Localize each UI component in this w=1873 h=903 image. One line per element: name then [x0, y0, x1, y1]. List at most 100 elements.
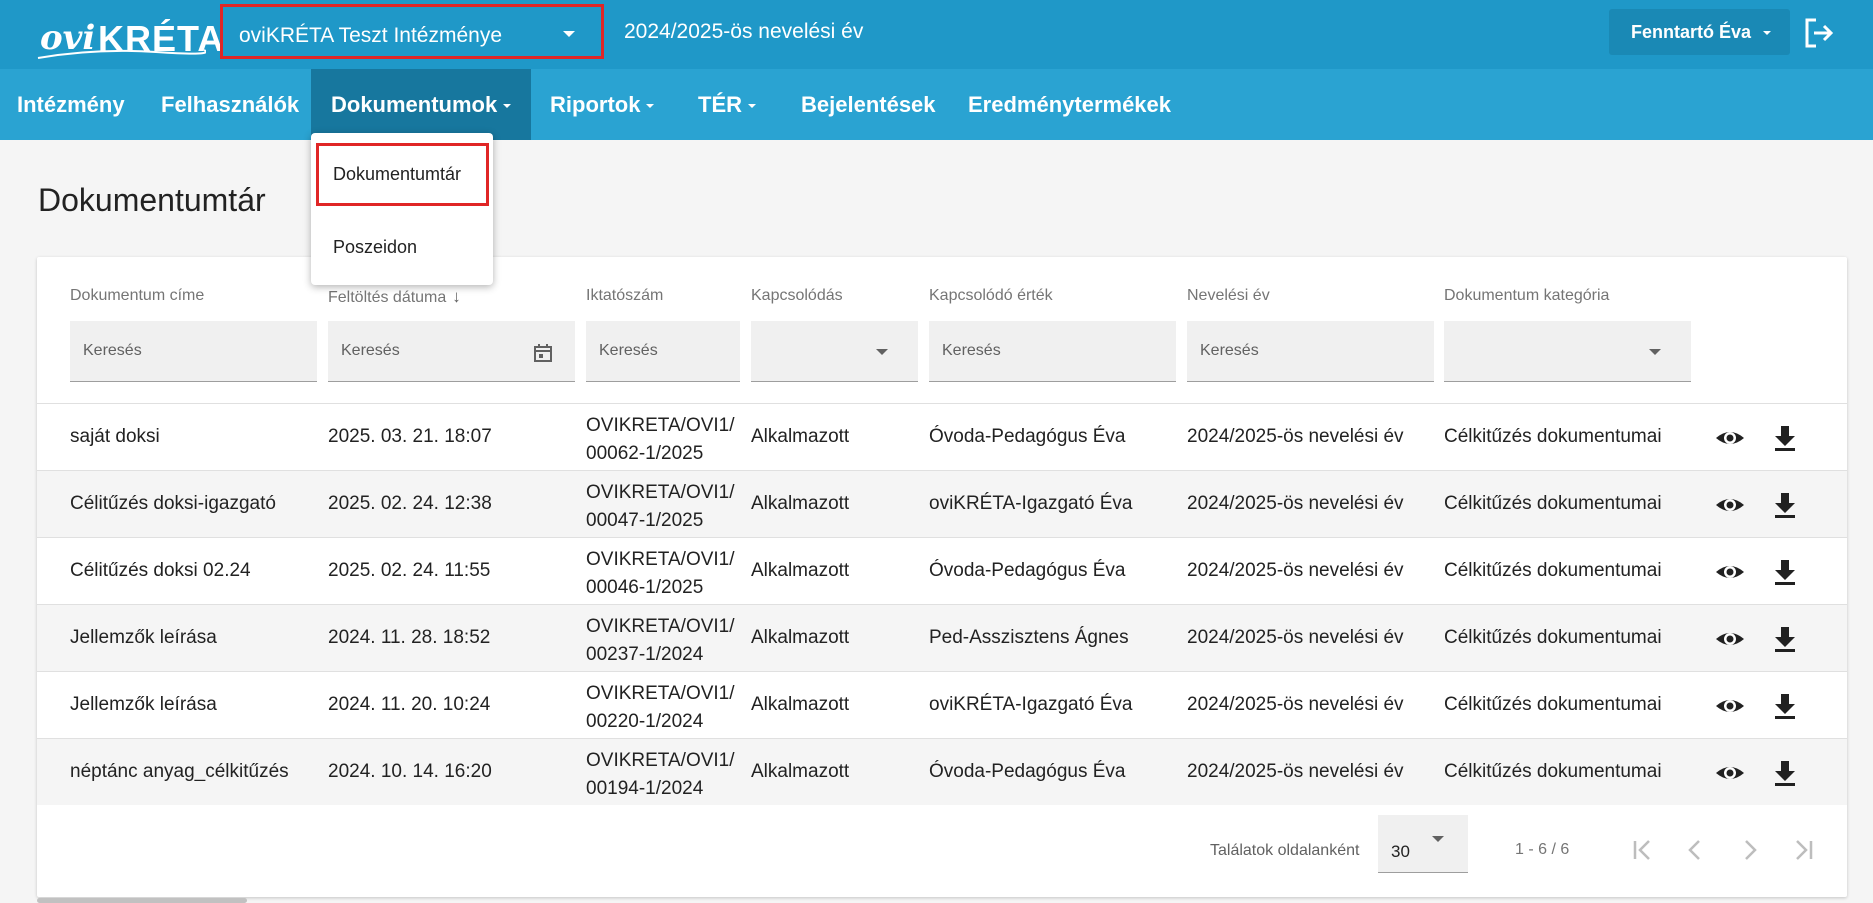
search-placeholder: Keresés	[942, 342, 1001, 359]
chevron-down-icon	[1763, 31, 1771, 35]
cell-linked-value: Óvoda-Pedagógus Éva	[929, 761, 1126, 782]
linked-value-search-input[interactable]: Keresés	[929, 321, 1176, 382]
school-year-search-input[interactable]: Keresés	[1187, 321, 1434, 382]
column-header-linked-value[interactable]: Kapcsolódó érték	[929, 287, 1053, 305]
download-icon[interactable]	[1769, 489, 1801, 521]
download-icon[interactable]	[1769, 556, 1801, 588]
header-label: Kapcsolódás	[751, 287, 843, 304]
cell-category: Célkitűzés dokumentumai	[1444, 426, 1662, 447]
school-year-label: 2024/2025-ös nevelési év	[624, 20, 864, 43]
link-type-select[interactable]	[751, 321, 918, 382]
next-page-icon[interactable]	[1735, 835, 1765, 865]
download-icon[interactable]	[1769, 757, 1801, 789]
cell-link: Alkalmazott	[751, 426, 850, 447]
eye-icon[interactable]	[1714, 422, 1746, 454]
registration-number-line: OVIKRETA/OVI1/	[586, 683, 735, 704]
column-header-upload-date[interactable]: Feltöltés dátuma ↓	[328, 287, 461, 307]
registration-number-line: 00194-1/2024	[586, 778, 704, 799]
nav-item-bejelentesek[interactable]: Bejelentések	[781, 69, 956, 140]
search-placeholder: Keresés	[341, 342, 400, 359]
nav-item-eredmenytermekek[interactable]: Eredménytermékek	[948, 69, 1191, 140]
nav-item-ter[interactable]: TÉR	[678, 69, 776, 140]
registration-number-line: OVIKRETA/OVI1/	[586, 616, 735, 637]
chevron-down-icon	[748, 104, 756, 109]
eye-icon[interactable]	[1714, 690, 1746, 722]
download-icon[interactable]	[1769, 623, 1801, 655]
sort-desc-icon[interactable]: ↓	[452, 287, 461, 307]
nav-item-riportok[interactable]: Riportok	[530, 69, 674, 140]
upload-date-search-input[interactable]: Keresés	[328, 321, 575, 382]
last-page-icon[interactable]	[1789, 835, 1819, 865]
nav-label: Intézmény	[17, 92, 125, 117]
registration-number-search-input[interactable]: Keresés	[586, 321, 740, 382]
search-placeholder: Keresés	[599, 342, 658, 359]
eye-icon[interactable]	[1714, 757, 1746, 789]
download-icon[interactable]	[1769, 422, 1801, 454]
logout-icon[interactable]	[1802, 16, 1836, 50]
column-header-category[interactable]: Dokumentum kategória	[1444, 287, 1609, 305]
cell-link: Alkalmazott	[751, 627, 850, 648]
category-select[interactable]	[1444, 321, 1691, 382]
eye-icon[interactable]	[1714, 489, 1746, 521]
prev-page-icon[interactable]	[1680, 835, 1710, 865]
cell-school-year: 2024/2025-ös nevelési év	[1187, 560, 1404, 581]
cell-title: Jellemzők leírása	[70, 627, 217, 648]
eye-icon[interactable]	[1714, 623, 1746, 655]
cell-upload-date: 2025. 02. 24. 12:38	[328, 493, 492, 514]
search-placeholder: Keresés	[83, 342, 142, 359]
cell-link: Alkalmazott	[751, 560, 850, 581]
menu-item-poszeidon[interactable]: Poszeidon	[311, 216, 493, 278]
cell-link: Alkalmazott	[751, 694, 850, 715]
menu-item-dokumentumtar[interactable]: Dokumentumtár	[316, 143, 489, 206]
horizontal-scrollbar[interactable]	[37, 898, 247, 903]
chevron-down-icon	[503, 104, 512, 109]
cell-registration-number: OVIKRETA/OVI1/00062-1/2025	[586, 412, 735, 468]
cell-category: Célkitűzés dokumentumai	[1444, 761, 1662, 782]
chevron-down-icon	[563, 31, 575, 37]
nav-item-felhasznalok[interactable]: Felhasználók	[141, 69, 319, 140]
cell-registration-number: OVIKRETA/OVI1/00237-1/2024	[586, 613, 735, 669]
column-header-school-year[interactable]: Nevelési év	[1187, 287, 1270, 305]
logo-swoosh-icon	[37, 49, 206, 59]
first-page-icon[interactable]	[1627, 835, 1657, 865]
download-icon[interactable]	[1769, 690, 1801, 722]
cell-category: Célkitűzés dokumentumai	[1444, 694, 1662, 715]
registration-number-line: OVIKRETA/OVI1/	[586, 549, 735, 570]
cell-school-year: 2024/2025-ös nevelési év	[1187, 761, 1404, 782]
page-title: Dokumentumtár	[38, 182, 266, 218]
registration-number-line: 00046-1/2025	[586, 577, 704, 598]
nav-label: Dokumentumok	[331, 92, 498, 117]
user-menu-button[interactable]: Fenntartó Éva	[1609, 9, 1790, 55]
page-size-select[interactable]: 30	[1378, 815, 1468, 873]
registration-number-line: 00237-1/2024	[586, 644, 704, 665]
title-search-input[interactable]: Keresés	[70, 321, 317, 382]
documents-table-card: Dokumentum címe Feltöltés dátuma ↓ Iktató…	[37, 257, 1847, 897]
chevron-down-icon	[1649, 349, 1661, 355]
cell-linked-value: Óvoda-Pedagógus Éva	[929, 560, 1126, 581]
okreta-logo[interactable]: ovi KRÉTA	[36, 12, 223, 62]
column-header-link[interactable]: Kapcsolódás	[751, 287, 843, 305]
table-row: Célitűzés doksi-igazgató 2025. 02. 24. 12…	[37, 470, 1847, 537]
table-row: saját doksi 2025. 03. 21. 18:07 OVIKRETA/O…	[37, 403, 1847, 470]
nav-item-dokumentumok[interactable]: Dokumentumok	[311, 69, 532, 140]
search-placeholder: Keresés	[1200, 342, 1259, 359]
column-header-title[interactable]: Dokumentum címe	[70, 287, 204, 305]
registration-number-line: 00220-1/2024	[586, 711, 704, 732]
header-label: Kapcsolódó érték	[929, 287, 1053, 304]
pagination-range: 1 - 6 / 6	[1515, 841, 1570, 858]
calendar-icon[interactable]	[533, 343, 553, 363]
cell-registration-number: OVIKRETA/OVI1/00047-1/2025	[586, 479, 735, 535]
header-label: Dokumentum kategória	[1444, 287, 1610, 304]
header-label: Feltöltés dátuma	[328, 289, 447, 306]
nav-item-intezmeny[interactable]: Intézmény	[0, 69, 145, 140]
page-size-value: 30	[1391, 842, 1410, 861]
table-row: Célitűzés doksi 02.24 2025. 02. 24. 11:55…	[37, 537, 1847, 604]
cell-upload-date: 2025. 03. 21. 18:07	[328, 426, 492, 447]
institution-select[interactable]: oviKRÉTA Teszt Intézménye	[220, 4, 604, 59]
column-header-registration-number[interactable]: Iktatószám	[586, 287, 663, 305]
cell-title: Célitűzés doksi-igazgató	[70, 493, 276, 514]
cell-school-year: 2024/2025-ös nevelési év	[1187, 493, 1404, 514]
cell-title: Jellemzők leírása	[70, 694, 217, 715]
cell-category: Célkitűzés dokumentumai	[1444, 560, 1662, 581]
eye-icon[interactable]	[1714, 556, 1746, 588]
